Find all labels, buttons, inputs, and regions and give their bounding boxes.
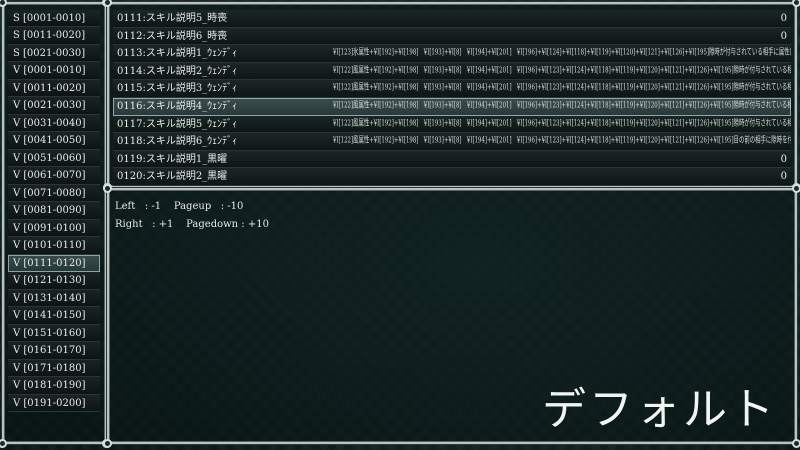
range-list-item[interactable]: V [0011-0020] [8,79,100,98]
frame-corner-ornament [0,0,7,7]
range-list-item[interactable]: V [0121-0130] [8,272,100,290]
variable-text-value: ¥I[122]風属性+¥I[192]+¥I[198] ¥I[193]+¥I[8]… [333,118,791,128]
variable-numeric-value: 0 [780,153,787,165]
variable-name: 0112:スキル説明6_時喪 [117,30,228,42]
variable-name: 0117:スキル説明5_ｳｪﾝﾃﾞｨ [117,118,238,130]
variable-name: 0116:スキル説明4_ｳｪﾝﾃﾞｨ [117,101,238,112]
help-window: Left : -1 Pageup : -10 Right : +1 Pagedo… [103,184,800,448]
range-list-item[interactable]: V [0161-0170] [8,342,100,360]
range-list-item[interactable]: V [0061-0070] [8,167,100,185]
range-list-item[interactable]: V [0191-0200] [8,394,100,413]
range-list-item[interactable]: V [0111-0120] [8,254,100,273]
variable-list-window: 0111:スキル説明5_時喪 0 0112:スキル説明6_時喪 0 0113:スキル説明… [103,0,800,192]
variable-name: 0111:スキル説明5_時喪 [117,13,228,24]
range-list-item[interactable]: V [0081-0090] [8,202,100,220]
variable-name: 0119:スキル説明1_黒曜 [117,153,228,165]
variable-name: 0120:スキル説明2_黒曜 [117,171,228,183]
range-list-item[interactable]: S [0021-0030] [8,44,100,63]
help-line-right-pagedown: Right : +1 Pagedown : +10 [115,219,269,230]
variable-row[interactable]: 0118:スキル説明6_ｳｪﾝﾃﾞｨ ¥I[122]風属性+¥I[192]+¥I[… [113,133,791,151]
variable-numeric-value: 0 [780,13,787,24]
range-list-item[interactable]: S [0011-0020] [8,27,100,45]
variable-row[interactable]: 0111:スキル説明5_時喪 0 [113,10,791,28]
frame-corner-ornament [792,439,800,448]
variable-row[interactable]: 0116:スキル説明4_ｳｪﾝﾃﾞｨ ¥I[122]風属性+¥I[192]+¥I[… [113,98,791,116]
range-list-item[interactable]: V [0071-0080] [8,184,100,203]
range-list-item[interactable]: V [0051-0060] [8,149,100,168]
variable-row[interactable]: 0119:スキル説明1_黒曜 0 [113,150,791,169]
variable-numeric-value: 0 [780,171,787,183]
variable-name: 0113:スキル説明1_ｳｪﾝﾃﾞｨ [117,48,238,60]
range-list-item[interactable]: V [0171-0180] [8,359,100,378]
frame-corner-ornament [792,0,800,7]
variable-row[interactable]: 0113:スキル説明1_ｳｪﾝﾃﾞｨ ¥I[123]氷属性+¥I[192]+¥I[… [113,45,791,63]
variable-row[interactable]: 0115:スキル説明3_ｳｪﾝﾃﾞｨ ¥I[122]風属性+¥I[192]+¥I[… [113,80,791,98]
range-list-item[interactable]: V [0021-0030] [8,97,100,115]
range-list-item[interactable]: V [0151-0160] [8,324,100,343]
range-list-item[interactable]: V [0041-0050] [8,132,100,150]
range-list-item[interactable]: V [0001-0010] [8,62,100,80]
variable-row[interactable]: 0120:スキル説明2_黒曜 0 [113,168,791,186]
variable-row[interactable]: 0114:スキル説明2_ｳｪﾝﾃﾞｨ ¥I[122]風属性+¥I[192]+¥I[… [113,62,791,81]
frame-corner-ornament [103,0,112,7]
mode-label: デフォルト [542,384,777,435]
range-list-item[interactable]: V [0141-0150] [8,307,100,325]
variable-text-value: ¥I[122]風属性+¥I[192]+¥I[198] ¥I[193]+¥I[8]… [333,101,791,111]
range-list-item[interactable]: S [0001-0010] [8,10,100,28]
range-list-window: S [0001-0010] S [0011-0020] S [0021-0030] V… [0,0,111,448]
range-list-item[interactable]: V [0181-0190] [8,377,100,395]
range-list: S [0001-0010] S [0011-0020] S [0021-0030] V… [8,10,100,413]
range-list-item[interactable]: V [0091-0100] [8,219,100,238]
variable-name: 0115:スキル説明3_ｳｪﾝﾃﾞｨ [117,83,238,95]
variable-name: 0114:スキル説明2_ｳｪﾝﾃﾞｨ [117,65,238,77]
variable-name: 0118:スキル説明6_ｳｪﾝﾃﾞｨ [117,136,238,148]
range-list-item[interactable]: V [0031-0040] [8,114,100,133]
variable-row[interactable]: 0112:スキル説明6_時喪 0 [113,27,791,46]
variable-text-value: ¥I[122]風属性+¥I[192]+¥I[198] ¥I[193]+¥I[8]… [333,136,791,146]
variable-numeric-value: 0 [780,30,787,42]
help-line-left-pageup: Left : -1 Pageup : -10 [115,201,244,212]
range-list-item[interactable]: V [0101-0110] [8,237,100,255]
range-list-item[interactable]: V [0131-0140] [8,289,100,308]
frame-corner-ornament [103,184,112,193]
variable-text-value: ¥I[122]風属性+¥I[192]+¥I[198] ¥I[193]+¥I[8]… [333,65,791,76]
frame-corner-ornament [792,184,800,193]
variable-row[interactable]: 0117:スキル説明5_ｳｪﾝﾃﾞｨ ¥I[122]風属性+¥I[192]+¥I[… [113,115,791,134]
variable-text-value: ¥I[122]風属性+¥I[192]+¥I[198] ¥I[193]+¥I[8]… [333,83,791,93]
variable-text-value: ¥I[123]氷属性+¥I[192]+¥I[198] ¥I[193]+¥I[8]… [333,48,791,58]
frame-corner-ornament [103,439,112,448]
